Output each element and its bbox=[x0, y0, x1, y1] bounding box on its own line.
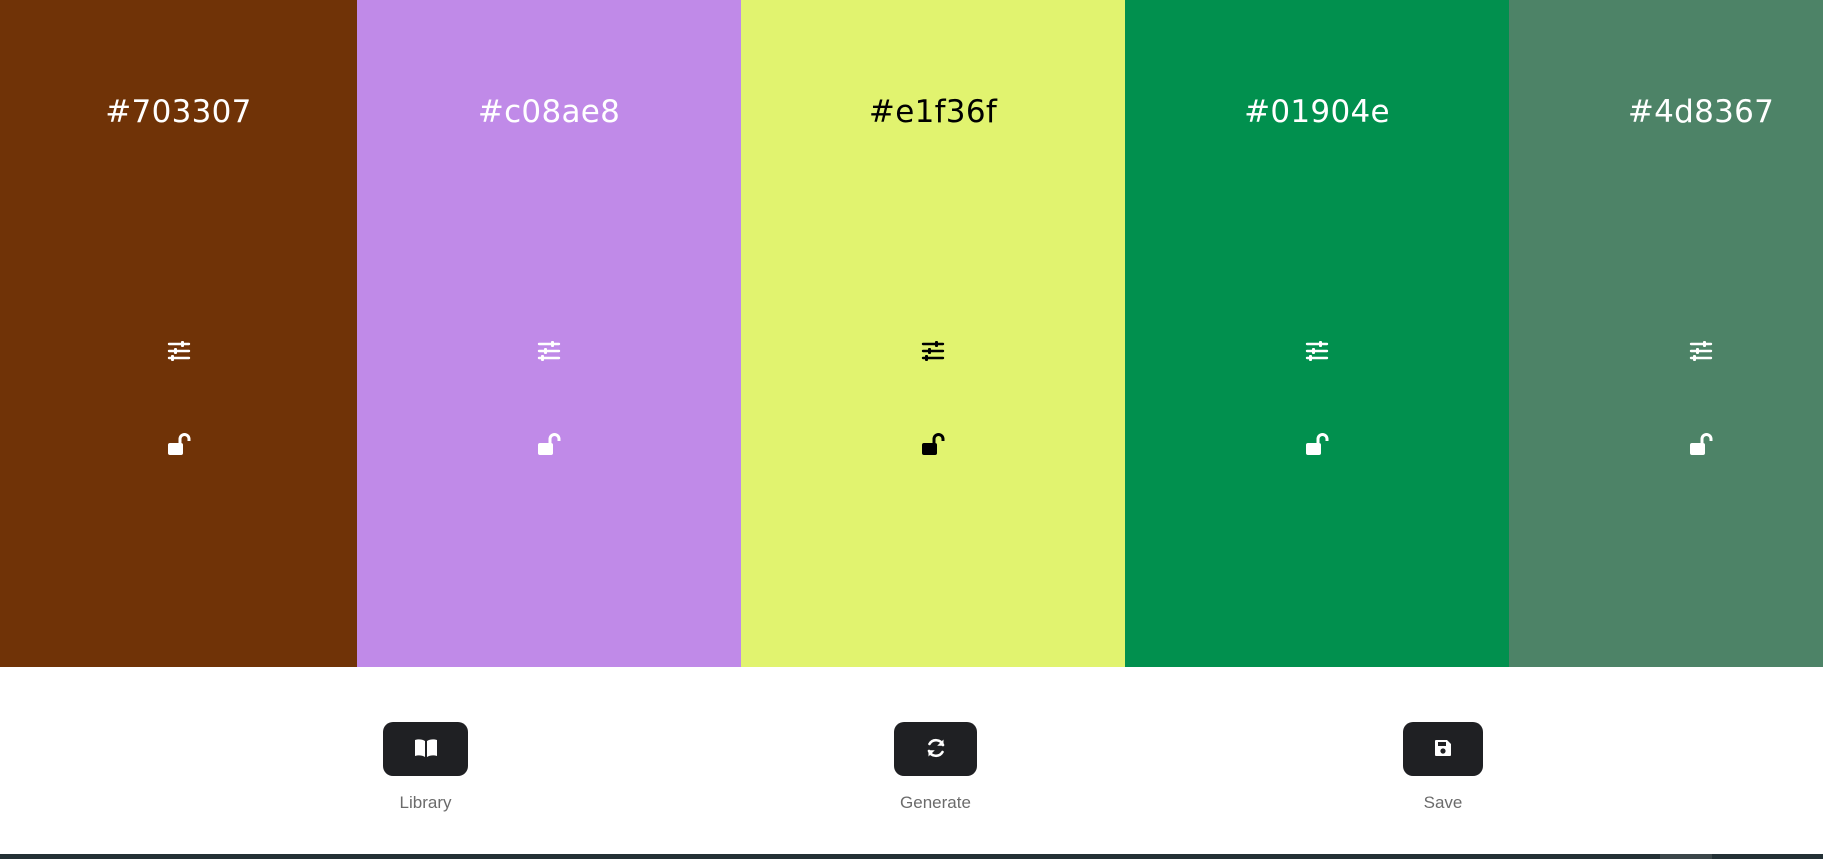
floppy-disk-icon bbox=[1433, 738, 1453, 761]
adjust-button[interactable] bbox=[535, 337, 563, 365]
adjust-button[interactable] bbox=[1687, 337, 1715, 365]
lock-button[interactable] bbox=[535, 430, 563, 458]
library-tool: Library bbox=[383, 722, 468, 813]
unlock-icon bbox=[920, 431, 946, 457]
app: #703307 #c08ae8 #e1f36f #01904e #4d8367 … bbox=[0, 0, 1823, 859]
adjust-button[interactable] bbox=[165, 337, 193, 365]
color-column-5[interactable]: #4d8367 bbox=[1509, 0, 1823, 667]
lock-button[interactable] bbox=[1303, 430, 1331, 458]
save-tool: Save bbox=[1403, 722, 1483, 813]
color-column-3[interactable]: #e1f36f bbox=[741, 0, 1125, 667]
refresh-icon bbox=[925, 737, 947, 762]
hex-code[interactable]: #e1f36f bbox=[741, 92, 1125, 132]
color-column-4[interactable]: #01904e bbox=[1125, 0, 1509, 667]
lock-button[interactable] bbox=[165, 430, 193, 458]
unlock-icon bbox=[166, 431, 192, 457]
sliders-icon bbox=[537, 340, 561, 362]
library-label: Library bbox=[399, 793, 452, 812]
hex-code[interactable]: #c08ae8 bbox=[357, 92, 741, 132]
horizontal-scrollbar[interactable] bbox=[0, 854, 1823, 859]
color-column-2[interactable]: #c08ae8 bbox=[357, 0, 741, 667]
sliders-icon bbox=[167, 340, 191, 362]
bottom-toolbar: Library Generate Save bbox=[0, 667, 1823, 854]
generate-label: Generate bbox=[900, 793, 971, 812]
book-icon bbox=[414, 738, 438, 761]
sliders-icon bbox=[1305, 340, 1329, 362]
lock-button[interactable] bbox=[919, 430, 947, 458]
unlock-icon bbox=[1688, 431, 1714, 457]
hex-code[interactable]: #01904e bbox=[1125, 92, 1509, 132]
generate-tool: Generate bbox=[894, 722, 977, 813]
library-button[interactable] bbox=[383, 722, 468, 776]
unlock-icon bbox=[536, 431, 562, 457]
save-label: Save bbox=[1423, 793, 1463, 812]
save-button[interactable] bbox=[1403, 722, 1483, 776]
hex-code[interactable]: #703307 bbox=[0, 92, 357, 132]
sliders-icon bbox=[921, 340, 945, 362]
unlock-icon bbox=[1304, 431, 1330, 457]
sliders-icon bbox=[1689, 340, 1713, 362]
lock-button[interactable] bbox=[1687, 430, 1715, 458]
color-palette: #703307 #c08ae8 #e1f36f #01904e #4d8367 bbox=[0, 0, 1823, 667]
generate-button[interactable] bbox=[894, 722, 977, 776]
color-column-1[interactable]: #703307 bbox=[0, 0, 357, 667]
adjust-button[interactable] bbox=[919, 337, 947, 365]
hex-code[interactable]: #4d8367 bbox=[1509, 92, 1823, 132]
scrollbar-thumb[interactable] bbox=[1660, 854, 1712, 859]
adjust-button[interactable] bbox=[1303, 337, 1331, 365]
